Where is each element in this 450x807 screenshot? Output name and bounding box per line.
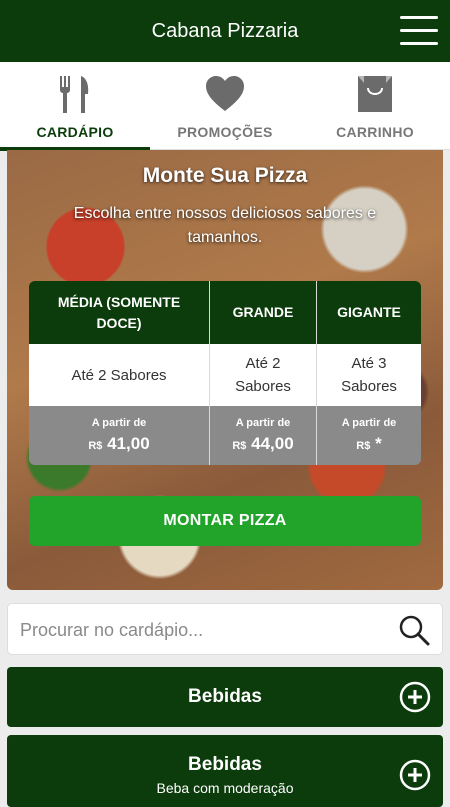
- build-pizza-button[interactable]: MONTAR PIZZA: [29, 496, 421, 546]
- category-bebidas[interactable]: Bebidas: [7, 667, 443, 727]
- menu-search: [7, 603, 443, 655]
- category-bebidas-alcoolicas[interactable]: Bebidas Beba com moderação: [7, 735, 443, 807]
- plus-circle-icon[interactable]: [399, 759, 431, 791]
- tab-label: CARDÁPIO: [36, 124, 114, 140]
- search-input[interactable]: [20, 614, 390, 646]
- fork-knife-icon: [60, 76, 89, 113]
- currency: R$: [356, 440, 371, 452]
- size-option-grande[interactable]: GRANDE Até 2 Sabores A partir de R$ 44,0…: [209, 281, 316, 465]
- size-option-media[interactable]: MÉDIA (SOMENTE DOCE) Até 2 Sabores A par…: [29, 281, 209, 465]
- size-name: MÉDIA (SOMENTE DOCE): [29, 281, 209, 344]
- price-value: *: [375, 434, 382, 453]
- size-name: GRANDE: [210, 281, 316, 344]
- tab-bar: CARDÁPIO PROMOÇÕES CARRINHO: [0, 62, 450, 151]
- category-name: Bebidas: [188, 754, 262, 775]
- hamburger-menu-icon[interactable]: [400, 16, 438, 46]
- category-name: Bebidas: [188, 686, 262, 707]
- price-from-label: A partir de: [235, 417, 291, 429]
- app-title: Cabana Pizzaria: [151, 20, 299, 42]
- banner-title: Monte Sua Pizza: [142, 164, 308, 187]
- size-price: A partir de R$ *: [317, 406, 421, 465]
- tab-promocoes[interactable]: PROMOÇÕES: [150, 62, 300, 150]
- tab-carrinho[interactable]: CARRINHO: [300, 62, 450, 150]
- tab-label: CARRINHO: [336, 124, 414, 140]
- plus-circle-icon[interactable]: [399, 681, 431, 713]
- category-description: Beba com moderação: [156, 780, 294, 796]
- heart-icon: [206, 76, 244, 111]
- price-from-label: A partir de: [91, 417, 147, 429]
- search-icon[interactable]: [398, 614, 430, 646]
- price-from-label: A partir de: [341, 417, 397, 429]
- size-table: MÉDIA (SOMENTE DOCE) Até 2 Sabores A par…: [29, 281, 421, 465]
- size-price: A partir de R$ 41,00: [29, 406, 209, 465]
- size-flavors: Até 3 Sabores: [317, 344, 421, 406]
- banner-subtitle: Escolha entre nossos deliciosos sabores …: [73, 205, 377, 246]
- size-flavors: Até 2 Sabores: [29, 344, 209, 406]
- app-header: Cabana Pizzaria: [0, 0, 450, 62]
- currency: R$: [232, 440, 247, 452]
- build-pizza-banner: Monte Sua Pizza Escolha entre nossos del…: [7, 150, 443, 590]
- price-value: 41,00: [107, 434, 150, 453]
- shopping-bag-icon: [358, 76, 392, 112]
- tab-label: PROMOÇÕES: [177, 124, 273, 140]
- size-flavors: Até 2 Sabores: [210, 344, 316, 406]
- tab-cardapio[interactable]: CARDÁPIO: [0, 62, 150, 151]
- size-option-gigante[interactable]: GIGANTE Até 3 Sabores A partir de R$ *: [316, 281, 421, 465]
- currency: R$: [88, 440, 103, 452]
- size-price: A partir de R$ 44,00: [210, 406, 316, 465]
- price-value: 44,00: [251, 434, 294, 453]
- size-name: GIGANTE: [317, 281, 421, 344]
